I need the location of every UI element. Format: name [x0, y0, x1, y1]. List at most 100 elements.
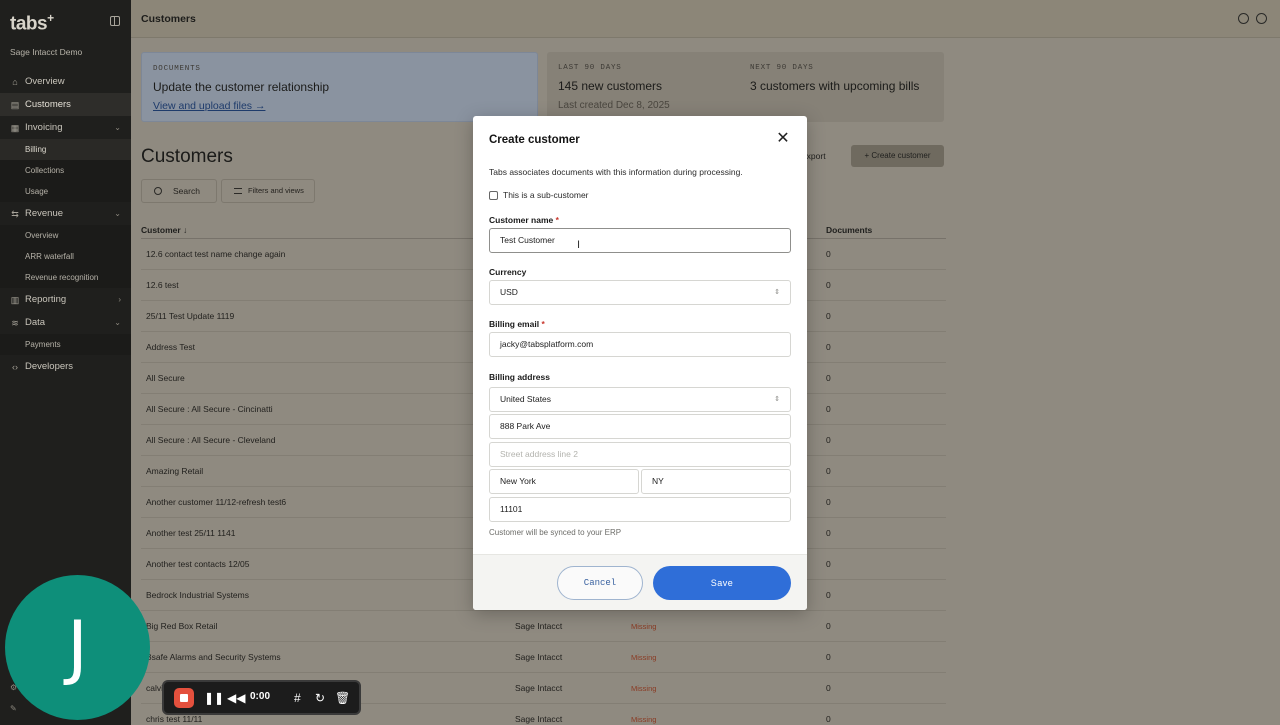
create-customer-button[interactable]: + Create customer: [851, 145, 944, 167]
stop-recording-button[interactable]: [174, 688, 194, 708]
sidebar-item-developers[interactable]: ‹› Developers: [0, 355, 131, 378]
sidebar-item-revenue[interactable]: ⇆ Revenue ⌄: [0, 202, 131, 225]
customer-name-cell: 12.6 contact test name change again: [146, 249, 286, 259]
customer-name-cell: Big Red Box Retail: [146, 621, 218, 631]
street-line-2-field[interactable]: Street address line 2: [489, 442, 791, 467]
customer-name-cell: Another test 25/11 1141: [146, 528, 236, 538]
help-icon[interactable]: [1256, 13, 1267, 24]
search-icon[interactable]: [1238, 13, 1249, 24]
table-row[interactable]: Big Red Box Retail Sage Intacct Missing 0: [141, 611, 946, 642]
country-select[interactable]: United States ⇕: [489, 387, 791, 412]
erp-cell: Sage Intacct: [515, 621, 563, 631]
zip-field[interactable]: 11101: [489, 497, 791, 522]
city-field[interactable]: New York: [489, 469, 639, 494]
customer-name-cell: All Secure: [146, 373, 185, 383]
customer-name-cell: Address Test: [146, 342, 195, 352]
modal-description: Tabs associates documents with this info…: [489, 167, 743, 177]
documents-column-header[interactable]: Documents: [826, 225, 872, 235]
customer-name-label: Customer name *: [489, 215, 559, 225]
customer-name-cell: Amazing Retail: [146, 466, 204, 476]
status-badge: Missing: [631, 622, 657, 631]
cancel-button[interactable]: Cancel: [557, 566, 643, 600]
documents-cell: 0: [826, 683, 831, 693]
save-button[interactable]: Save: [653, 566, 791, 600]
home-icon: ⌂: [12, 76, 18, 87]
view-upload-files-link[interactable]: View and upload files →: [153, 100, 265, 112]
sidebar-item-revenue-overview[interactable]: Overview: [0, 225, 131, 246]
documents-cell: 0: [826, 559, 831, 569]
checkbox-box[interactable]: [489, 190, 498, 200]
billing-email-label: Billing email *: [489, 319, 545, 329]
select-arrows-icon: ⇕: [774, 396, 780, 403]
erp-cell: Sage Intacct: [515, 714, 563, 724]
sidebar-nav: ⌂ Overview ▤ Customers ▦ Invoicing ⌄ Billing…: [0, 70, 131, 378]
customers-icon: ▤: [10, 99, 20, 110]
sub-customer-checkbox[interactable]: This is a sub-customer: [489, 190, 589, 200]
restart-icon[interactable]: ↻: [315, 690, 325, 706]
documents-cell: 0: [826, 249, 831, 259]
sidebar-item-invoicing[interactable]: ▦ Invoicing ⌄: [0, 116, 131, 139]
documents-cell: 0: [826, 528, 831, 538]
chevron-down-icon: ⌄: [114, 318, 121, 327]
customer-name-cell: Another test contacts 12/05: [146, 559, 250, 569]
customer-name-cell: All Secure : All Secure - Cleveland: [146, 435, 276, 445]
filters-button[interactable]: Filters and views: [221, 179, 315, 203]
customer-name-field[interactable]: Test Customer I: [489, 228, 791, 253]
documents-cell: 0: [826, 404, 831, 414]
modal-title: Create customer: [489, 134, 580, 146]
sidebar-item-revenue-recognition[interactable]: Revenue recognition: [0, 267, 131, 288]
grid-icon[interactable]: #: [294, 690, 301, 706]
page-title: Customers: [141, 146, 233, 167]
sidebar-item-arr-waterfall[interactable]: ARR waterfall: [0, 246, 131, 267]
sidebar-item-payments[interactable]: Payments: [0, 334, 131, 355]
sidebar-item-data[interactable]: ≋ Data ⌄: [0, 311, 131, 334]
documents-cell: 0: [826, 435, 831, 445]
status-badge: Missing: [631, 684, 657, 693]
revenue-icon: ⇆: [11, 208, 19, 219]
customer-name-cell: Bedrock Industrial Systems: [146, 590, 249, 600]
documents-cell: 0: [826, 590, 831, 600]
database-icon: ≋: [11, 317, 19, 328]
documents-cell: 0: [826, 714, 831, 724]
customer-name-cell: chris test 11/11: [146, 714, 203, 724]
create-customer-modal: Create customer ✕ Tabs associates docume…: [473, 116, 807, 610]
invoice-icon: ▦: [10, 122, 20, 133]
close-icon[interactable]: ✕: [776, 131, 790, 147]
avatar: J: [5, 575, 150, 720]
billing-email-field[interactable]: jacky@tabsplatform.com: [489, 332, 791, 357]
customer-name-cell: calvi: [146, 683, 164, 693]
currency-select[interactable]: USD ⇕: [489, 280, 791, 305]
recording-time: 0:00: [250, 691, 271, 702]
sidebar-item-billing[interactable]: Billing: [0, 139, 131, 160]
customer-column-header[interactable]: Customer ↓: [141, 225, 187, 235]
collapse-sidebar-icon[interactable]: [110, 16, 120, 26]
documents-cell: 0: [826, 373, 831, 383]
documents-cell: 0: [826, 621, 831, 631]
documents-cell: 0: [826, 652, 831, 662]
documents-cell: 0: [826, 311, 831, 321]
street-line-1-field[interactable]: 888 Park Ave: [489, 414, 791, 439]
search-icon: [154, 187, 162, 195]
edit-icon[interactable]: ✎: [10, 704, 17, 713]
table-row[interactable]: Bsafe Alarms and Security Systems Sage In…: [141, 642, 946, 673]
state-field[interactable]: NY: [641, 469, 791, 494]
sidebar-item-collections[interactable]: Collections: [0, 160, 131, 181]
status-badge: Missing: [631, 715, 657, 724]
customer-name-cell: Another customer 11/12-refresh test6: [146, 497, 287, 507]
sidebar-item-usage[interactable]: Usage: [0, 181, 131, 202]
search-input[interactable]: Search: [141, 179, 217, 203]
org-name[interactable]: Sage Intacct Demo: [10, 47, 82, 57]
text-cursor-icon: I: [577, 239, 581, 251]
modal-footer: Cancel Save: [473, 554, 807, 610]
sidebar-item-customers[interactable]: ▤ Customers: [0, 93, 131, 116]
customer-name-cell: 25/11 Test Update 1119: [146, 311, 235, 321]
code-icon: ‹›: [12, 361, 18, 372]
sidebar-item-reporting[interactable]: ▥ Reporting ›: [0, 288, 131, 311]
tabs-logo[interactable]: tabs+: [10, 11, 54, 35]
documents-card: DOCUMENTS Update the customer relationsh…: [141, 52, 538, 122]
delete-icon[interactable]: 🗑: [335, 690, 350, 706]
pause-icon[interactable]: ❚❚: [204, 690, 224, 706]
rewind-icon[interactable]: ◀◀: [227, 690, 245, 706]
chevron-down-icon: ⌄: [114, 123, 121, 132]
sidebar-item-overview[interactable]: ⌂ Overview: [0, 70, 131, 93]
